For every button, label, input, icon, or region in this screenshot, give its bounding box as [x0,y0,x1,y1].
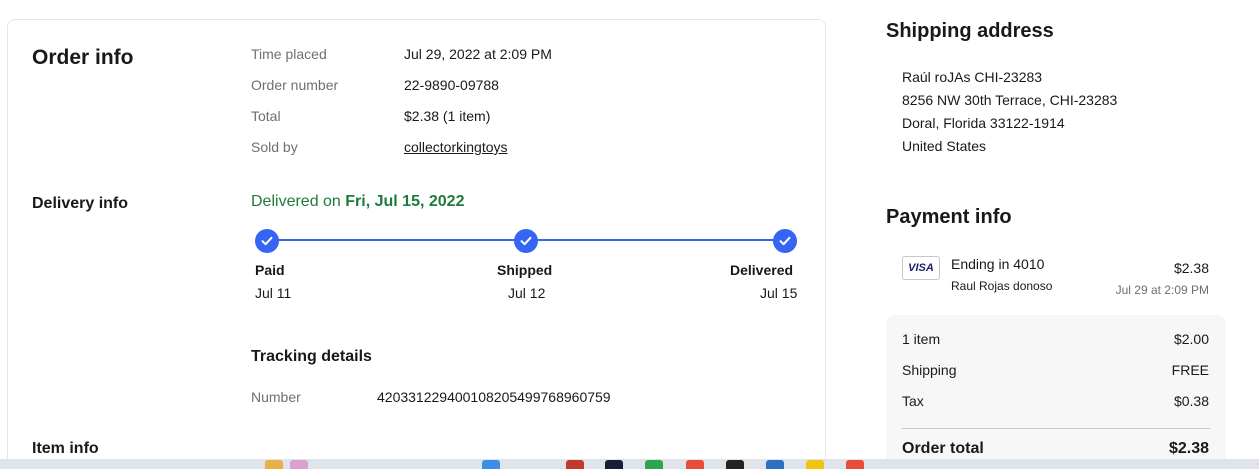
taskbar-app-icon[interactable] [605,460,623,469]
sold-by-label: Sold by [251,139,298,155]
step-shipped-date: Jul 12 [508,285,546,301]
taskbar-app-icon[interactable] [686,460,704,469]
summary-tax-label: Tax [902,393,924,409]
seller-link[interactable]: collectorkingtoys [404,139,508,155]
order-info-title: Order info [32,46,134,69]
tracking-details-title: Tracking details [251,348,372,365]
visa-card-icon: VISA [902,256,940,280]
tracking-number-value: 420331229400108205499768960759 [377,389,611,405]
summary-tax-value: $0.38 [1173,393,1209,409]
summary-shipping-value: FREE [1171,362,1209,378]
summary-shipping-label: Shipping [902,362,957,378]
taskbar-app-icon[interactable] [846,460,864,469]
delivery-status: Delivered on Fri, Jul 15, 2022 [251,193,464,211]
delivered-check-icon [773,229,797,253]
paid-check-icon [255,229,279,253]
card-ending: Ending in 4010 [951,256,1045,272]
total-value: $2.38 (1 item) [404,108,491,124]
step-shipped-label: Shipped [497,262,553,278]
taskbar [0,459,1259,469]
shipping-address-title: Shipping address [886,20,1054,42]
summary-items-label: 1 item [902,331,941,347]
order-number-value: 22-9890-09788 [404,77,499,93]
taskbar-app-icon[interactable] [766,460,784,469]
address-country: United States [902,138,987,154]
address-street: 8256 NW 30th Terrace, CHI-23283 [902,92,1118,108]
address-city: Doral, Florida 33122-1914 [902,115,1065,131]
order-details-card: Order info Time placed Jul 29, 2022 at 2… [7,19,826,469]
delivery-status-date: Fri, Jul 15, 2022 [345,193,465,210]
payment-amount: $2.38 [1173,260,1209,276]
taskbar-app-icon[interactable] [482,460,500,469]
item-info-title: Item info [32,440,99,457]
payment-date: Jul 29 at 2:09 PM [1115,283,1209,297]
time-placed-label: Time placed [251,46,327,62]
order-total-label: Order total [902,440,984,457]
taskbar-app-icon[interactable] [265,460,283,469]
step-delivered-date: Jul 15 [760,285,798,301]
taskbar-app-icon[interactable] [726,460,744,469]
payment-info-title: Payment info [886,206,1012,228]
card-holder-name: Raul Rojas donoso [951,279,1053,293]
total-label: Total [251,108,281,124]
step-paid-date: Jul 11 [255,285,292,301]
delivery-status-prefix: Delivered on [251,193,346,210]
taskbar-app-icon[interactable] [806,460,824,469]
taskbar-app-icon[interactable] [645,460,663,469]
taskbar-app-icon[interactable] [290,460,308,469]
taskbar-app-icon[interactable] [566,460,584,469]
tracking-number-label: Number [251,389,301,405]
order-total-value: $2.38 [1168,440,1209,457]
order-number-label: Order number [251,77,339,93]
delivery-info-title: Delivery info [32,195,129,212]
step-paid-label: Paid [255,262,285,278]
time-placed-value: Jul 29, 2022 at 2:09 PM [404,46,552,62]
summary-divider [902,428,1210,429]
summary-items-value: $2.00 [1173,331,1209,347]
address-name: Raúl roJAs CHI-23283 [902,69,1043,85]
step-delivered-label: Delivered [730,262,794,278]
shipped-check-icon [514,229,538,253]
